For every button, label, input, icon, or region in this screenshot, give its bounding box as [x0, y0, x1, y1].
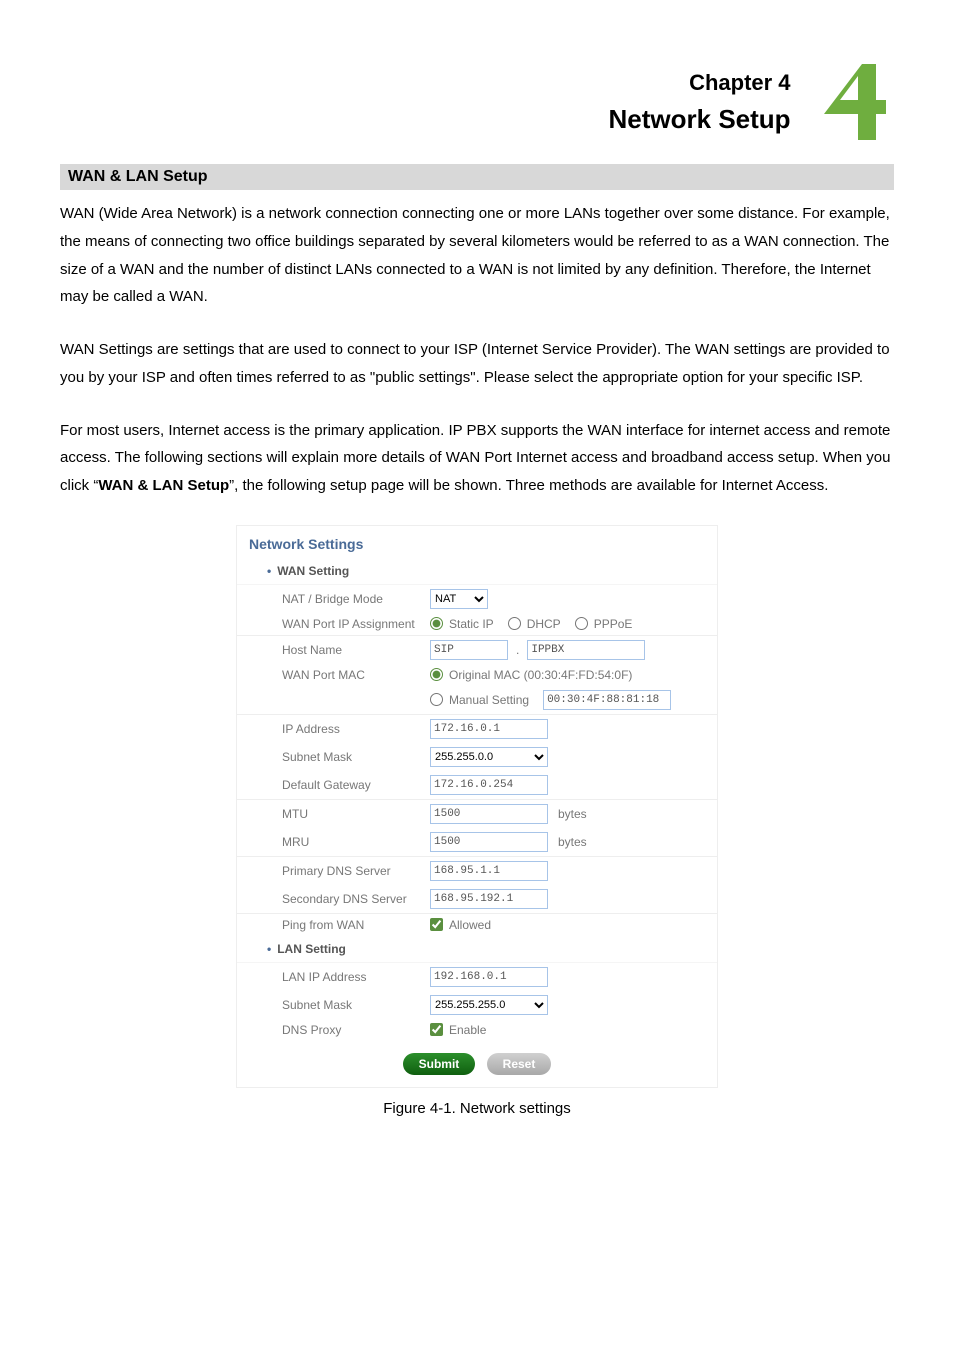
- panel-title: Network Settings: [237, 526, 717, 558]
- wan-section-heading: • WAN Setting: [237, 558, 717, 585]
- dns2-input[interactable]: [430, 889, 548, 909]
- figure-caption: Figure 4-1. Network settings: [60, 1100, 894, 1117]
- label-dns-proxy: DNS Proxy: [282, 1023, 430, 1037]
- label-ip-address: IP Address: [282, 722, 430, 736]
- mac-manual-input[interactable]: [543, 690, 671, 710]
- paragraph-3: For most users, Internet access is the p…: [60, 417, 894, 500]
- dns-proxy-label: Enable: [449, 1023, 486, 1037]
- gateway-input[interactable]: [430, 775, 548, 795]
- lan-section-heading: • LAN Setting: [237, 936, 717, 963]
- radio-mac-manual-label: Manual Setting: [449, 693, 529, 707]
- chapter-title: Network Setup: [609, 104, 791, 135]
- network-settings-panel: Network Settings • WAN Setting NAT / Brid…: [236, 525, 718, 1088]
- radio-static-ip[interactable]: [430, 617, 443, 630]
- label-gateway: Default Gateway: [282, 778, 430, 792]
- chapter-header: Chapter 4 Network Setup: [60, 60, 894, 144]
- dns-proxy-checkbox[interactable]: [430, 1023, 443, 1036]
- label-host-name: Host Name: [282, 643, 430, 657]
- submit-button[interactable]: Submit: [403, 1053, 476, 1075]
- radio-mac-original-label: Original MAC (00:30:4F:FD:54:0F): [449, 668, 632, 682]
- mru-unit: bytes: [558, 835, 587, 849]
- label-wan-mac: WAN Port MAC: [282, 668, 430, 682]
- subnet-select[interactable]: 255.255.0.0: [430, 747, 548, 767]
- host-input-a[interactable]: [430, 640, 508, 660]
- mru-input[interactable]: [430, 832, 548, 852]
- label-lan-ip: LAN IP Address: [282, 970, 430, 984]
- radio-mac-original[interactable]: [430, 668, 443, 681]
- section-title: WAN & LAN Setup: [60, 164, 894, 190]
- label-ping: Ping from WAN: [282, 918, 430, 932]
- bullet-icon: •: [267, 942, 271, 956]
- label-lan-subnet: Subnet Mask: [282, 998, 430, 1012]
- ip-input[interactable]: [430, 719, 548, 739]
- chapter-number-graphic: [810, 60, 894, 144]
- mtu-input[interactable]: [430, 804, 548, 824]
- dns1-input[interactable]: [430, 861, 548, 881]
- wan-heading-text: WAN Setting: [277, 564, 349, 578]
- mtu-unit: bytes: [558, 807, 587, 821]
- radio-static-ip-label: Static IP: [449, 617, 494, 631]
- lan-heading-text: LAN Setting: [277, 942, 346, 956]
- label-mru: MRU: [282, 835, 430, 849]
- label-subnet: Subnet Mask: [282, 750, 430, 764]
- paragraph-2: WAN Settings are settings that are used …: [60, 336, 894, 392]
- paragraph-1: WAN (Wide Area Network) is a network con…: [60, 200, 894, 311]
- label-wan-assignment: WAN Port IP Assignment: [282, 617, 430, 631]
- radio-pppoe-label: PPPoE: [594, 617, 633, 631]
- radio-dhcp[interactable]: [508, 617, 521, 630]
- reset-button[interactable]: Reset: [487, 1053, 552, 1075]
- ping-checkbox[interactable]: [430, 918, 443, 931]
- radio-mac-manual[interactable]: [430, 693, 443, 706]
- label-dns2: Secondary DNS Server: [282, 892, 430, 906]
- lan-subnet-select[interactable]: 255.255.255.0: [430, 995, 548, 1015]
- para3-post: ”, the following setup page will be show…: [229, 477, 828, 494]
- label-nat-bridge: NAT / Bridge Mode: [282, 592, 430, 606]
- chapter-number: Chapter 4: [609, 70, 791, 96]
- para3-bold: WAN & LAN Setup: [98, 477, 229, 494]
- bullet-icon: •: [267, 564, 271, 578]
- label-mtu: MTU: [282, 807, 430, 821]
- host-dot: .: [516, 643, 519, 657]
- host-input-b[interactable]: [527, 640, 645, 660]
- label-dns1: Primary DNS Server: [282, 864, 430, 878]
- nat-bridge-select[interactable]: NAT: [430, 589, 488, 609]
- lan-ip-input[interactable]: [430, 967, 548, 987]
- ping-label: Allowed: [449, 918, 491, 932]
- radio-pppoe[interactable]: [575, 617, 588, 630]
- radio-dhcp-label: DHCP: [527, 617, 561, 631]
